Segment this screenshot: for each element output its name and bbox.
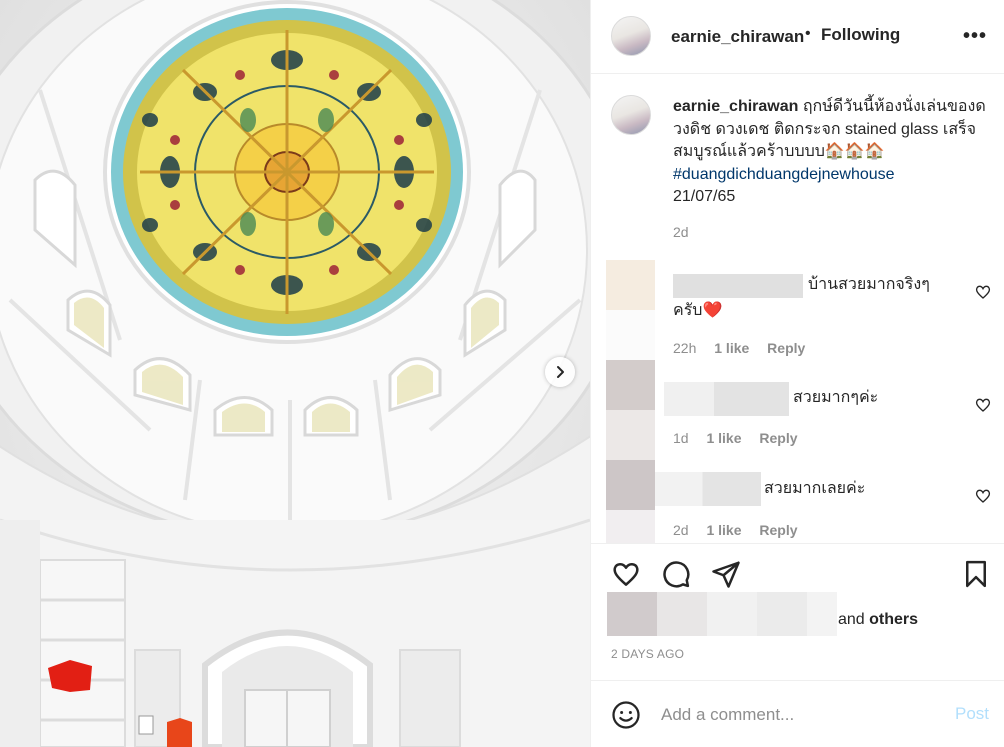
heart-icon[interactable] (611, 559, 641, 589)
add-comment-input[interactable] (661, 702, 941, 728)
like-comment-heart-icon[interactable] (975, 284, 991, 300)
author-username[interactable]: earnie_chirawan (671, 27, 804, 47)
comment-time[interactable]: 22h (673, 340, 696, 356)
comment-likes[interactable]: 1 like (706, 522, 741, 538)
following-button[interactable]: Following (821, 25, 900, 45)
author-avatar[interactable] (611, 16, 651, 56)
likes-others-link[interactable]: others (869, 611, 918, 628)
comment-likes[interactable]: 1 like (706, 430, 741, 446)
commenter-username[interactable] (664, 382, 789, 416)
comment-item: สวยมากเลยค่ะ 2d 1 like Reply (591, 460, 1004, 543)
comment-meta: 22h 1 like Reply (673, 340, 819, 356)
commenter-avatar[interactable] (606, 460, 655, 543)
comment-text: สวยมากๆค่ะ (793, 389, 879, 406)
caption-date-line: 21/07/65 (673, 188, 736, 205)
commenter-avatar[interactable] (606, 360, 655, 460)
liked-by-avatars[interactable] (607, 592, 837, 636)
emoji-icon[interactable] (611, 700, 641, 730)
reply-button[interactable]: Reply (767, 340, 805, 356)
comments-list[interactable]: earnie_chirawan ฤกษ์ดีวันนี้ห้องนั่งเล่น… (591, 75, 1004, 543)
commenter-username[interactable] (655, 472, 761, 506)
post-photo (0, 0, 590, 747)
comment-item: สวยมากๆค่ะ 1d 1 like Reply (591, 360, 1004, 460)
bookmark-icon[interactable] (961, 559, 991, 589)
caption-hashtag[interactable]: #duangdichduangdejnewhouse (673, 166, 895, 183)
add-comment-bar: Post (591, 680, 1004, 747)
comment-meta: 1d 1 like Reply (673, 430, 812, 446)
likes-and: and (838, 611, 865, 628)
comment-likes[interactable]: 1 like (714, 340, 749, 356)
caption-author-avatar[interactable] (611, 95, 651, 135)
comment-time[interactable]: 1d (673, 430, 689, 446)
comment-icon[interactable] (661, 559, 691, 589)
liked-by-text[interactable]: and others (838, 611, 918, 629)
reply-button[interactable]: Reply (759, 430, 797, 446)
comment-text: บ้านสวยมากจริงๆ ครับ❤️ (673, 276, 930, 319)
comment-time[interactable]: 2d (673, 522, 689, 538)
like-comment-heart-icon[interactable] (975, 488, 991, 504)
post-date[interactable]: 2 DAYS AGO (611, 647, 684, 661)
stained-glass-dome-photo (0, 0, 590, 747)
comment-meta: 2d 1 like Reply (673, 522, 812, 538)
chevron-right-icon (557, 366, 564, 378)
comment-text: สวยมากเลยค่ะ (764, 480, 866, 497)
reply-button[interactable]: Reply (759, 522, 797, 538)
next-photo-button[interactable] (545, 357, 575, 387)
post-comment-button[interactable]: Post (955, 704, 989, 724)
post-header: earnie_chirawan • Following ••• (591, 0, 1004, 74)
post-actions: and others 2 DAYS AGO (591, 543, 1004, 679)
post-details-panel: earnie_chirawan • Following ••• earnie_c… (590, 0, 1004, 747)
caption-time[interactable]: 2d (673, 224, 689, 240)
more-options-icon[interactable]: ••• (963, 25, 987, 48)
caption-username[interactable]: earnie_chirawan (673, 98, 798, 115)
share-icon[interactable] (711, 559, 741, 589)
comment-item: บ้านสวยมากจริงๆ ครับ❤️ 22h 1 like Reply (591, 260, 1004, 360)
like-comment-heart-icon[interactable] (975, 397, 991, 413)
header-separator: • (805, 25, 811, 42)
caption-text-block: earnie_chirawan ฤกษ์ดีวันนี้ห้องนั่งเล่น… (673, 96, 993, 209)
commenter-avatar[interactable] (606, 260, 655, 360)
